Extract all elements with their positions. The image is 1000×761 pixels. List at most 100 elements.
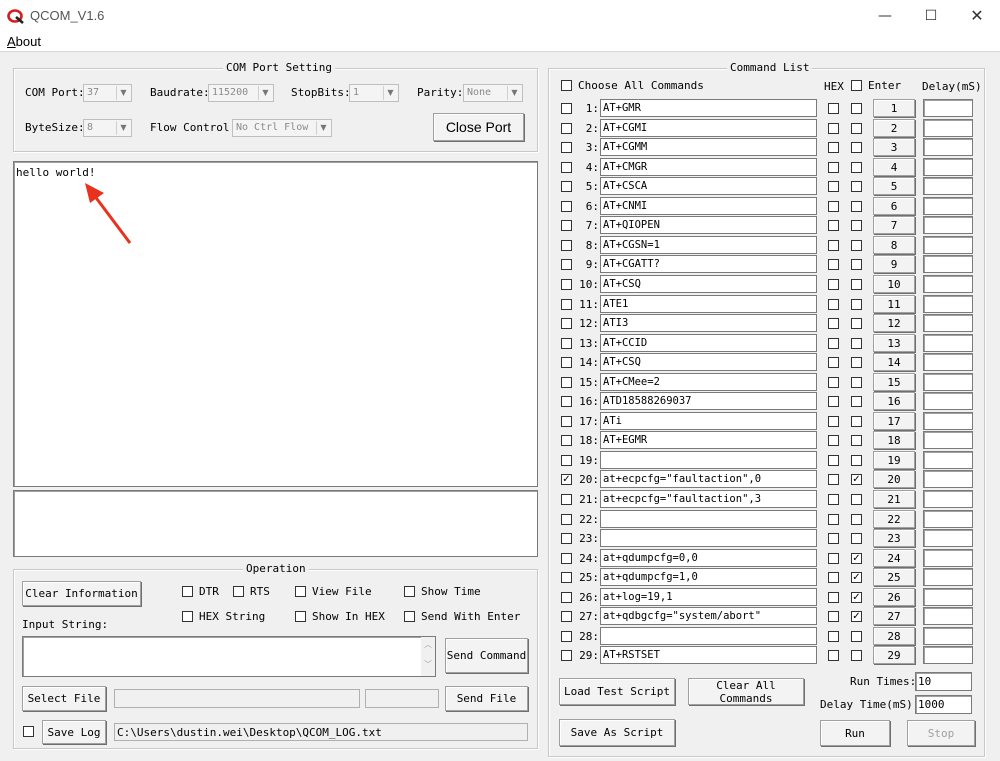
command-select-checkbox[interactable] <box>561 181 572 192</box>
command-select-checkbox[interactable] <box>561 553 572 564</box>
command-enter-checkbox[interactable] <box>851 514 862 525</box>
command-delay-field[interactable] <box>923 392 973 410</box>
command-enter-checkbox[interactable]: ✓ <box>851 592 862 603</box>
command-send-button[interactable]: 26 <box>873 588 915 606</box>
command-hex-checkbox[interactable] <box>828 553 839 564</box>
command-hex-checkbox[interactable] <box>828 103 839 114</box>
command-input[interactable]: AT+CNMI <box>600 197 817 215</box>
command-enter-checkbox[interactable] <box>851 142 862 153</box>
hex-string-checkbox-box[interactable] <box>182 611 193 622</box>
command-enter-checkbox[interactable] <box>851 631 862 642</box>
command-input[interactable]: AT+QIOPEN <box>600 216 817 234</box>
command-enter-checkbox[interactable] <box>851 259 862 270</box>
command-delay-field[interactable] <box>923 568 973 586</box>
command-delay-field[interactable] <box>923 334 973 352</box>
send-file-button[interactable]: Send File <box>445 686 528 711</box>
scroll-up-icon[interactable]: ︿ <box>424 639 432 650</box>
maximize-button[interactable]: ☐ <box>908 0 954 32</box>
command-enter-checkbox[interactable] <box>851 299 862 310</box>
command-enter-checkbox[interactable] <box>851 533 862 544</box>
save-as-script-button[interactable]: Save As Script <box>559 719 675 746</box>
command-hex-checkbox[interactable] <box>828 181 839 192</box>
command-input[interactable]: AT+CGATT? <box>600 255 817 273</box>
command-send-button[interactable]: 6 <box>873 197 915 215</box>
command-select-checkbox[interactable] <box>561 220 572 231</box>
command-delay-field[interactable] <box>923 197 973 215</box>
command-input[interactable]: at+qdbgcfg="system/abort" <box>600 607 817 625</box>
command-input[interactable]: AT+CSCA <box>600 177 817 195</box>
command-send-button[interactable]: 5 <box>873 177 915 195</box>
command-input[interactable]: at+ecpcfg="faultaction",3 <box>600 490 817 508</box>
delay-time-field[interactable]: 1000 <box>915 695 972 714</box>
command-delay-field[interactable] <box>923 470 973 488</box>
command-input[interactable]: AT+RSTSET <box>600 646 817 664</box>
com-port-select[interactable]: 37 ▼ <box>83 84 132 102</box>
command-send-button[interactable]: 19 <box>873 451 915 469</box>
command-delay-field[interactable] <box>923 158 973 176</box>
show-in-hex-checkbox-box[interactable] <box>295 611 306 622</box>
command-input[interactable]: AT+CGMM <box>600 138 817 156</box>
close-window-button[interactable]: ✕ <box>954 0 1000 32</box>
bytesize-select[interactable]: 8 ▼ <box>83 119 132 137</box>
show-time-checkbox-box[interactable] <box>404 586 415 597</box>
command-delay-field[interactable] <box>923 451 973 469</box>
command-hex-checkbox[interactable] <box>828 514 839 525</box>
close-port-button[interactable]: Close Port <box>433 113 524 141</box>
command-delay-field[interactable] <box>923 431 973 449</box>
command-send-button[interactable]: 25 <box>873 568 915 586</box>
command-select-checkbox[interactable] <box>561 455 572 466</box>
command-input[interactable]: ATi <box>600 412 817 430</box>
command-select-checkbox[interactable] <box>561 514 572 525</box>
command-hex-checkbox[interactable] <box>828 631 839 642</box>
command-input[interactable]: AT+CCID <box>600 334 817 352</box>
command-enter-checkbox[interactable] <box>851 338 862 349</box>
command-delay-field[interactable] <box>923 314 973 332</box>
parity-select[interactable]: None ▼ <box>463 84 523 102</box>
command-hex-checkbox[interactable] <box>828 142 839 153</box>
command-send-button[interactable]: 3 <box>873 138 915 156</box>
menu-item-about[interactable]: About <box>7 34 41 49</box>
command-hex-checkbox[interactable] <box>828 416 839 427</box>
send-command-button[interactable]: Send Command <box>445 638 528 673</box>
command-hex-checkbox[interactable] <box>828 318 839 329</box>
clear-information-button[interactable]: Clear Information <box>22 581 141 606</box>
command-delay-field[interactable] <box>923 99 973 117</box>
command-send-button[interactable]: 7 <box>873 216 915 234</box>
command-enter-checkbox[interactable] <box>851 357 862 368</box>
command-enter-checkbox[interactable]: ✓ <box>851 611 862 622</box>
command-input[interactable]: ATI3 <box>600 314 817 332</box>
command-delay-field[interactable] <box>923 412 973 430</box>
save-log-button[interactable]: Save Log <box>42 720 106 744</box>
send-with-enter-checkbox-box[interactable] <box>404 611 415 622</box>
command-send-button[interactable]: 21 <box>873 490 915 508</box>
command-delay-field[interactable] <box>923 119 973 137</box>
command-select-checkbox[interactable] <box>561 592 572 603</box>
command-select-checkbox[interactable] <box>561 435 572 446</box>
command-delay-field[interactable] <box>923 627 973 645</box>
command-delay-field[interactable] <box>923 529 973 547</box>
command-input[interactable] <box>600 529 817 547</box>
command-send-button[interactable]: 27 <box>873 607 915 625</box>
command-delay-field[interactable] <box>923 216 973 234</box>
command-select-checkbox[interactable] <box>561 494 572 505</box>
command-hex-checkbox[interactable] <box>828 201 839 212</box>
command-hex-checkbox[interactable] <box>828 572 839 583</box>
command-enter-checkbox[interactable] <box>851 455 862 466</box>
command-send-button[interactable]: 9 <box>873 255 915 273</box>
command-send-button[interactable]: 28 <box>873 627 915 645</box>
command-send-button[interactable]: 16 <box>873 392 915 410</box>
command-send-button[interactable]: 8 <box>873 236 915 254</box>
command-send-button[interactable]: 24 <box>873 549 915 567</box>
command-hex-checkbox[interactable] <box>828 338 839 349</box>
command-input[interactable] <box>600 451 817 469</box>
command-select-checkbox[interactable] <box>561 631 572 642</box>
command-input[interactable]: AT+CGSN=1 <box>600 236 817 254</box>
command-hex-checkbox[interactable] <box>828 162 839 173</box>
command-hex-checkbox[interactable] <box>828 396 839 407</box>
command-hex-checkbox[interactable] <box>828 611 839 622</box>
command-enter-checkbox[interactable]: ✓ <box>851 553 862 564</box>
command-enter-checkbox[interactable] <box>851 377 862 388</box>
command-input[interactable]: AT+CMGR <box>600 158 817 176</box>
command-enter-checkbox[interactable] <box>851 181 862 192</box>
scroll-down-icon[interactable]: ﹀ <box>424 659 432 670</box>
